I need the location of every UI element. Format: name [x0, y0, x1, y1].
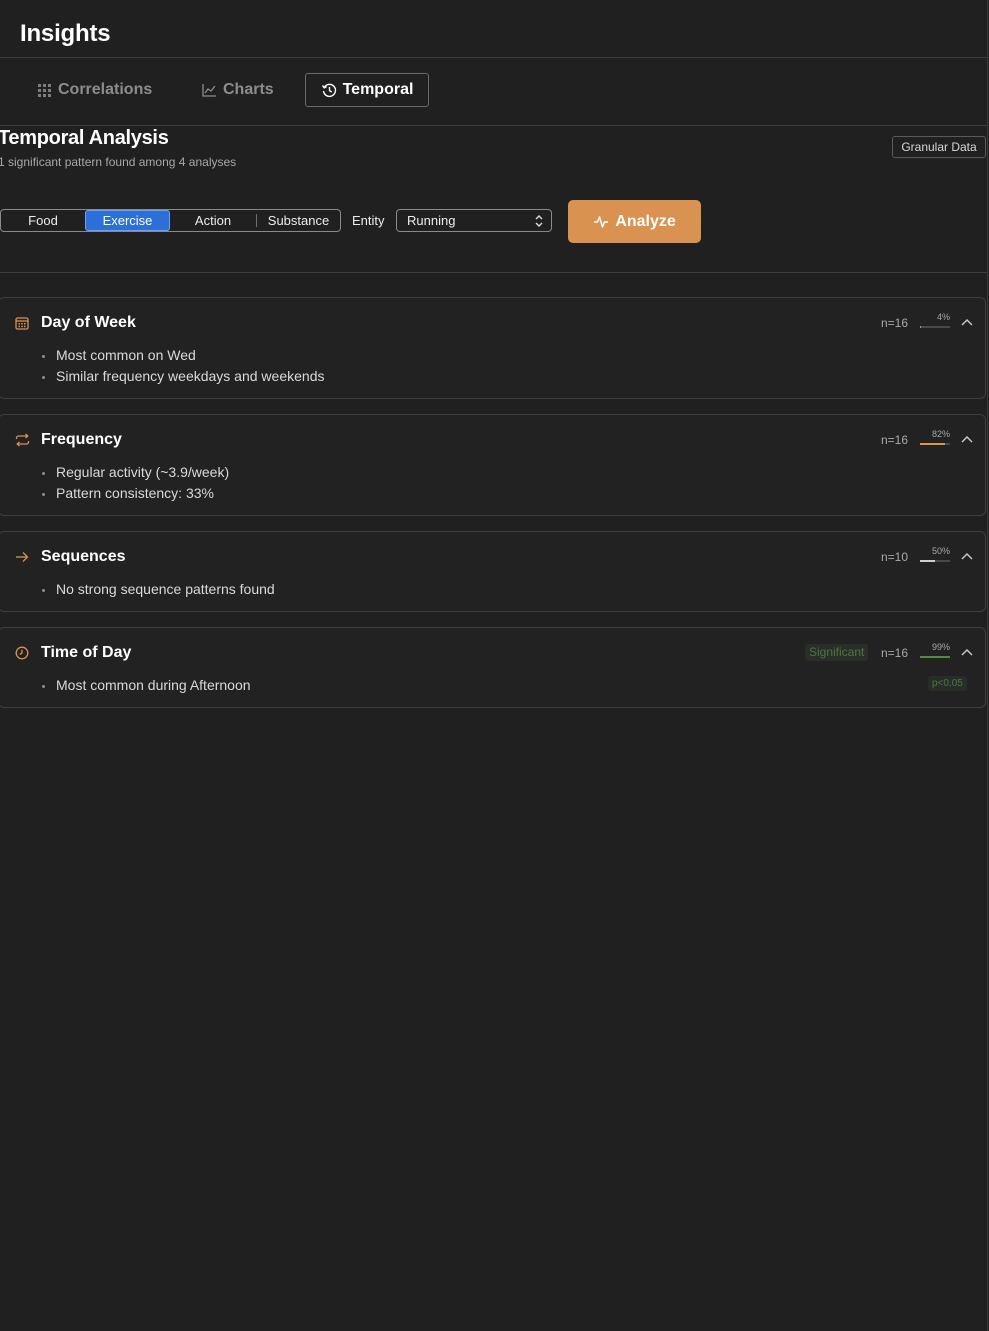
- grid-icon: [38, 83, 51, 97]
- card-title: Frequency: [41, 431, 122, 448]
- analyze-button[interactable]: Analyze: [568, 200, 701, 243]
- section-divider: [0, 272, 987, 273]
- confidence-bar: [920, 656, 950, 658]
- insights-window: Insights Correlations Charts Temporal Te…: [0, 0, 988, 1331]
- card-bullets: Most common during Afternoon: [41, 675, 251, 696]
- card-sequences: Sequences No strong sequence patterns fo…: [0, 531, 986, 612]
- line-chart-icon: [202, 84, 216, 97]
- card-bullets: Most common on Wed Similar frequency wee…: [41, 345, 324, 387]
- list-item: Pattern consistency: 33%: [41, 483, 229, 504]
- list-item: Regular activity (~3.9/week): [41, 462, 229, 483]
- card-bullets: Regular activity (~3.9/week) Pattern con…: [41, 462, 229, 504]
- granular-data-button[interactable]: Granular Data: [892, 136, 986, 158]
- sample-size: n=16: [881, 433, 909, 447]
- card-title: Sequences: [41, 548, 126, 565]
- tab-correlations-label: Correlations: [58, 81, 153, 98]
- chevron-up-icon[interactable]: [961, 552, 973, 560]
- confidence-bar: [920, 560, 950, 562]
- confidence-bar-fill: [920, 560, 935, 562]
- calendar-icon: [15, 317, 29, 330]
- chevron-up-icon[interactable]: [961, 435, 973, 443]
- sample-size: n=16: [881, 316, 909, 330]
- confidence-label: 4%: [936, 312, 950, 322]
- confidence-meter: 4%: [920, 312, 950, 328]
- segment-food[interactable]: Food: [1, 210, 85, 231]
- clock-icon: [15, 646, 29, 660]
- card-frequency: Frequency Regular activity (~3.9/week) P…: [0, 414, 986, 516]
- tab-temporal-label: Temporal: [342, 81, 414, 98]
- confidence-bar: [920, 326, 950, 328]
- sample-size: n=16: [881, 646, 909, 660]
- card-title: Time of Day: [41, 644, 132, 661]
- confidence-bar-fill: [920, 326, 922, 328]
- card-title: Day of Week: [41, 314, 136, 331]
- card-day-of-week: Day of Week Most common on Wed Similar f…: [0, 297, 986, 399]
- significant-badge: Significant: [805, 644, 869, 661]
- section-subtitle: 1 significant pattern found among 4 anal…: [0, 155, 237, 169]
- section-title: Temporal Analysis: [0, 127, 169, 149]
- entity-select-value: Running: [407, 213, 456, 228]
- p-value-badge: p<0.05: [928, 676, 967, 691]
- confidence-bar-fill: [920, 443, 945, 445]
- chevron-up-icon[interactable]: [961, 318, 973, 326]
- confidence-label: 50%: [931, 546, 950, 556]
- confidence-meter: 50%: [920, 546, 950, 562]
- tab-correlations[interactable]: Correlations: [37, 73, 152, 107]
- history-icon: [321, 83, 336, 98]
- chevron-up-down-icon: [535, 215, 543, 227]
- app-title: Insights: [20, 20, 111, 47]
- sample-size: n=10: [881, 550, 909, 564]
- repeat-icon: [15, 433, 30, 447]
- tab-charts-label: Charts: [223, 81, 274, 98]
- title-bar: Insights: [0, 0, 987, 58]
- confidence-meter: 99%: [920, 642, 950, 658]
- confidence-meter: 82%: [920, 429, 950, 445]
- list-item: Most common during Afternoon: [41, 675, 251, 696]
- segment-substance[interactable]: Substance: [257, 210, 340, 231]
- card-bullets: No strong sequence patterns found: [41, 579, 275, 600]
- list-item: Most common on Wed: [41, 345, 324, 366]
- card-time-of-day: Time of Day Most common during Afternoon…: [0, 627, 986, 708]
- arrow-right-icon: [16, 552, 29, 562]
- pulse-icon: [594, 215, 609, 228]
- list-item: Similar frequency weekdays and weekends: [41, 366, 324, 387]
- entity-label: Entity: [352, 213, 385, 228]
- confidence-bar-fill: [920, 656, 950, 658]
- category-segmented-control: Food Exercise Action Substance: [0, 209, 341, 232]
- segment-action[interactable]: Action: [170, 210, 256, 231]
- tab-temporal[interactable]: Temporal: [305, 73, 429, 107]
- tab-bar: Correlations Charts Temporal: [0, 58, 987, 126]
- chevron-up-icon[interactable]: [961, 648, 973, 656]
- analyze-button-label: Analyze: [615, 212, 676, 230]
- entity-select[interactable]: Running: [396, 209, 552, 232]
- segment-exercise[interactable]: Exercise: [85, 210, 170, 231]
- confidence-label: 82%: [931, 429, 950, 439]
- confidence-label: 99%: [931, 642, 950, 652]
- confidence-bar: [920, 443, 950, 445]
- list-item: No strong sequence patterns found: [41, 579, 275, 600]
- tab-charts[interactable]: Charts: [202, 73, 274, 107]
